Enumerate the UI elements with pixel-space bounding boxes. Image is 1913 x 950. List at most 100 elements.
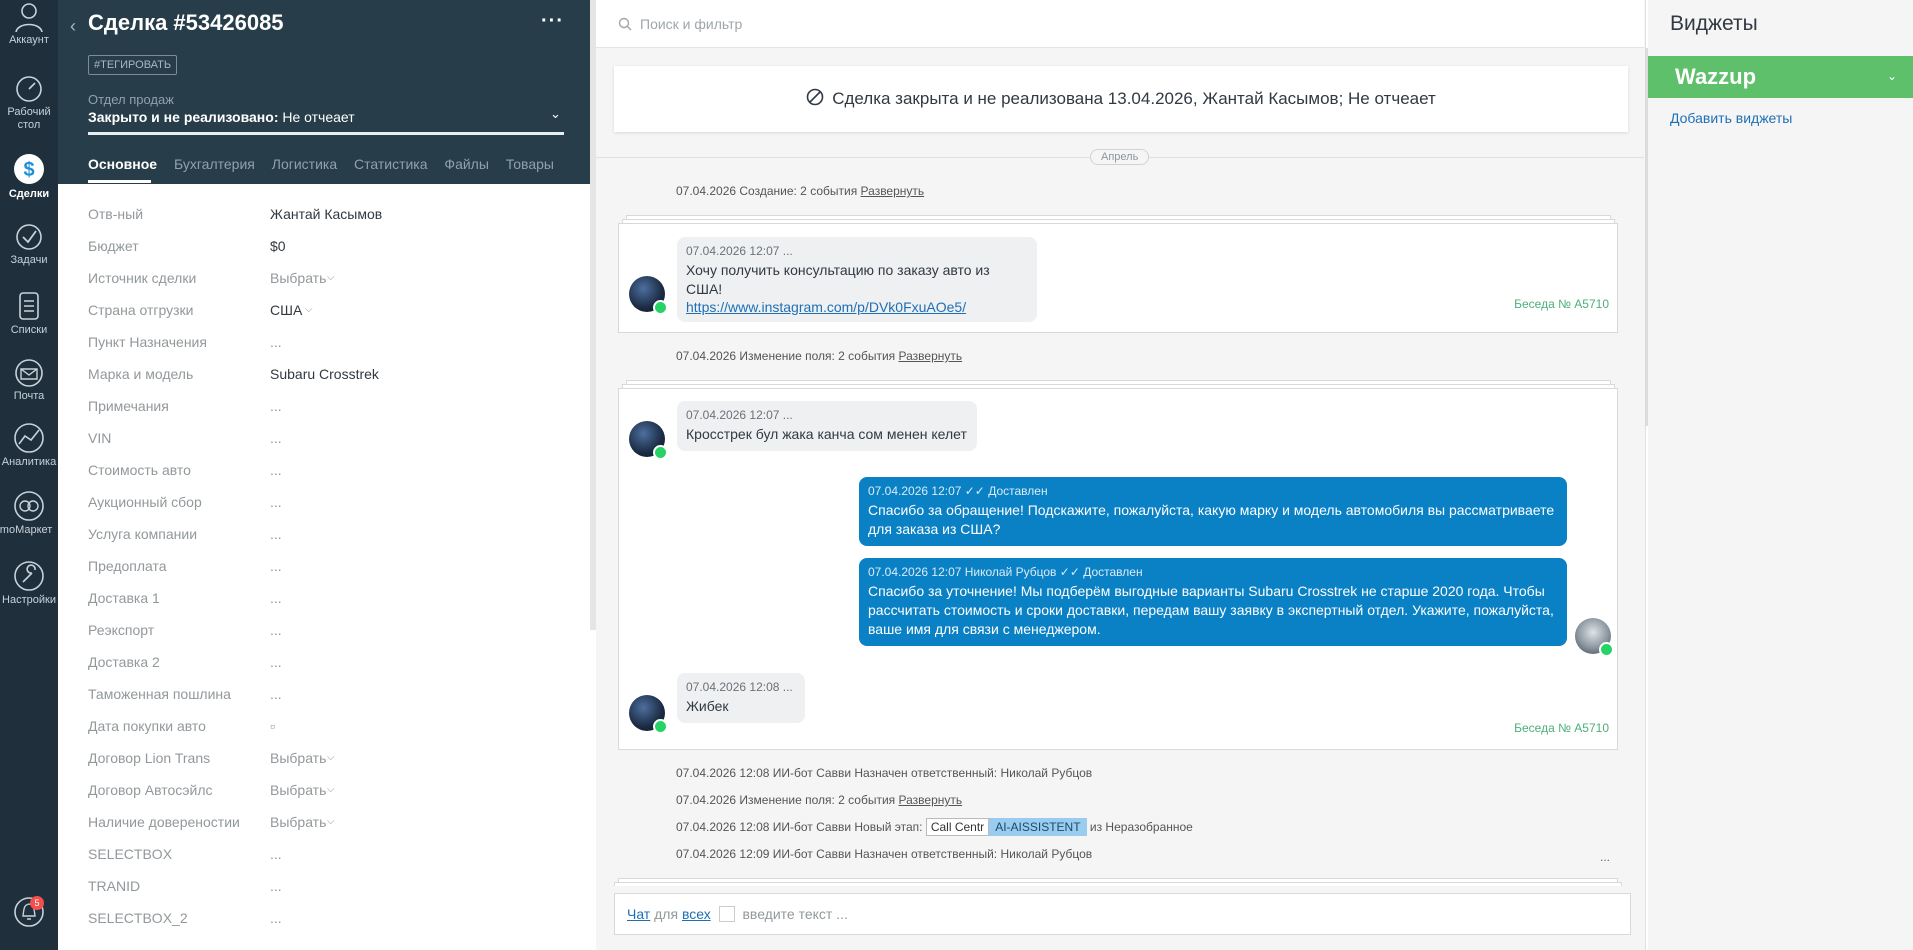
nav-settings[interactable]: Настройки xyxy=(0,560,58,607)
field-label: Наличие довереностии xyxy=(88,814,240,830)
expand-link[interactable]: Развернуть xyxy=(899,349,963,363)
chat-type-link[interactable]: Чат xyxy=(627,906,650,922)
event-field-change: 07.04.2026 Изменение поля: 2 события Раз… xyxy=(676,349,962,363)
field-value[interactable]: ... xyxy=(270,878,282,894)
field-value[interactable]: ... xyxy=(270,910,282,926)
field-label: Марка и модель xyxy=(88,366,194,382)
message-text: Спасибо за обращение! Подскажите, пожалу… xyxy=(868,502,1555,537)
field-value[interactable]: Выбрать xyxy=(270,750,326,766)
wazzup-widget[interactable]: Wazzup ⌄ xyxy=(1648,56,1913,98)
tag-button[interactable]: #ТЕГИРОВАТЬ xyxy=(88,55,178,75)
field-label: Доставка 1 xyxy=(88,590,160,606)
expand-link[interactable]: Развернуть xyxy=(861,184,925,198)
field-value[interactable]: ▫ xyxy=(270,718,275,734)
nav-lists[interactable]: Списки xyxy=(0,290,58,337)
chevron-down-icon[interactable]: ⌄ xyxy=(550,106,561,122)
status-select[interactable]: Закрыто и не реализовано: Не отчеает xyxy=(88,109,355,125)
message-composer[interactable]: Чат для всех введите текст ... xyxy=(614,893,1631,935)
field-value[interactable]: Выбрать xyxy=(270,782,326,798)
field-value[interactable]: ... xyxy=(270,526,282,542)
field-label: Таможенная пошлина xyxy=(88,686,231,702)
field-row: Договор Lion Trans Выбрать ⌵ xyxy=(88,746,568,778)
message-meta: 07.04.2026 12:07 Николай Рубцов ✓✓ Доста… xyxy=(868,565,1143,579)
incoming-message: 07.04.2026 12:07 ... Кросстрек бул жака … xyxy=(677,401,977,451)
nav-label: Списки xyxy=(10,324,48,336)
chevron-down-icon[interactable]: ⌵ xyxy=(327,752,335,763)
field-row: Наличие довереностии Выбрать ⌵ xyxy=(88,810,568,842)
nav-tasks[interactable]: Задачи xyxy=(0,222,58,267)
event-field-change: 07.04.2026 Изменение поля: 2 события Раз… xyxy=(676,793,962,807)
field-value[interactable]: ... xyxy=(270,558,282,574)
field-value[interactable]: Жантай Касымов xyxy=(270,206,382,222)
field-list: Отв-ный Жантай Касымов Бюджет $0 Источник сд… xyxy=(88,202,568,938)
field-row: Дата покупки авто ▫ xyxy=(88,714,568,746)
card-menu-button[interactable]: ··· xyxy=(541,10,564,33)
field-label: Договор Lion Trans xyxy=(88,750,211,766)
field-label: Аукционный сбор xyxy=(88,494,202,510)
template-select[interactable] xyxy=(718,906,735,922)
more-button[interactable]: ... xyxy=(1600,850,1610,864)
composer-input[interactable]: введите текст ... xyxy=(742,906,847,922)
tab-logistics[interactable]: Логистика xyxy=(272,156,337,172)
field-value[interactable]: ... xyxy=(270,686,282,702)
nav-deals[interactable]: $ Сделки xyxy=(0,152,58,201)
nav-dashboard[interactable]: Рабочий стол xyxy=(0,74,58,132)
conversation-label[interactable]: Беседа № A5710 xyxy=(1514,721,1609,735)
field-value[interactable]: $0 xyxy=(270,238,286,254)
nav-mail[interactable]: Почта xyxy=(0,358,58,403)
field-value[interactable]: Выбрать xyxy=(270,814,326,830)
search-filter-bar[interactable]: Поиск и фильтр xyxy=(596,0,1644,48)
field-row: Договор Автосэйлс Выбрать ⌵ xyxy=(88,778,568,810)
field-value[interactable]: ... xyxy=(270,462,282,478)
tab-accounting[interactable]: Бухгалтерия xyxy=(174,156,255,172)
field-value[interactable]: Subaru Crosstrek xyxy=(270,366,379,382)
agent-avatar xyxy=(1575,618,1614,657)
chevron-down-icon[interactable]: ⌵ xyxy=(327,784,335,795)
nav-market[interactable]: amoМаркет xyxy=(0,490,58,537)
chevron-down-icon[interactable]: ⌵ xyxy=(305,304,313,315)
nav-label: Задачи xyxy=(10,254,48,266)
field-value[interactable]: ... xyxy=(270,430,282,446)
event-assigned: 07.04.2026 12:08 ИИ-бот Савви Назначен о… xyxy=(676,766,1093,780)
nav-notifications[interactable]: 5 xyxy=(0,894,58,934)
tab-files[interactable]: Файлы xyxy=(444,156,488,172)
field-value[interactable]: ... xyxy=(270,334,282,350)
field-value[interactable]: ... xyxy=(270,590,282,606)
nav-account[interactable]: Аккаунт xyxy=(0,2,58,47)
active-tab-indicator xyxy=(88,180,151,183)
field-value[interactable]: ... xyxy=(270,846,282,862)
field-value[interactable]: ... xyxy=(270,398,282,414)
month-label: Апрель xyxy=(1090,149,1150,165)
field-value[interactable]: Выбрать xyxy=(270,270,326,286)
field-value[interactable]: ... xyxy=(270,654,282,670)
search-input[interactable]: Поиск и фильтр xyxy=(640,16,742,32)
back-arrow-icon[interactable]: ‹ xyxy=(70,16,76,37)
recipient-link[interactable]: всех xyxy=(682,906,711,922)
message-link[interactable]: https://www.instagram.com/p/DVk0FxuAOe5/ xyxy=(686,299,1028,315)
avatar xyxy=(629,276,668,315)
chevron-down-icon[interactable]: ⌵ xyxy=(327,272,335,283)
field-label: Реэкспорт xyxy=(88,622,155,638)
tab-products[interactable]: Товары xyxy=(506,156,554,172)
composer-for-text: для xyxy=(654,906,679,922)
tab-main[interactable]: Основное xyxy=(88,156,157,172)
nav-analytics[interactable]: Аналитика xyxy=(0,422,58,469)
field-value[interactable]: США xyxy=(270,302,302,318)
conversation-label[interactable]: Беседа № A5710 xyxy=(1514,297,1609,311)
field-label: Доставка 2 xyxy=(88,654,160,670)
chevron-down-icon[interactable]: ⌄ xyxy=(1887,69,1897,83)
field-row: Предоплата... xyxy=(88,554,568,586)
tab-statistics[interactable]: Статистика xyxy=(354,156,428,172)
nav-label: amoМаркет xyxy=(0,524,53,536)
expand-link[interactable]: Развернуть xyxy=(899,793,963,807)
add-widgets-link[interactable]: Добавить виджеты xyxy=(1670,110,1792,126)
field-label: SELECTBOX xyxy=(88,846,173,862)
nav-label: Аналитика xyxy=(1,456,57,468)
field-label: Предоплата xyxy=(88,558,167,574)
message-meta: 07.04.2026 12:07 ... xyxy=(686,244,793,258)
search-icon xyxy=(618,17,632,31)
settings-icon xyxy=(14,561,44,591)
chevron-down-icon[interactable]: ⌵ xyxy=(327,816,335,827)
field-value[interactable]: ... xyxy=(270,622,282,638)
field-value[interactable]: ... xyxy=(270,494,282,510)
